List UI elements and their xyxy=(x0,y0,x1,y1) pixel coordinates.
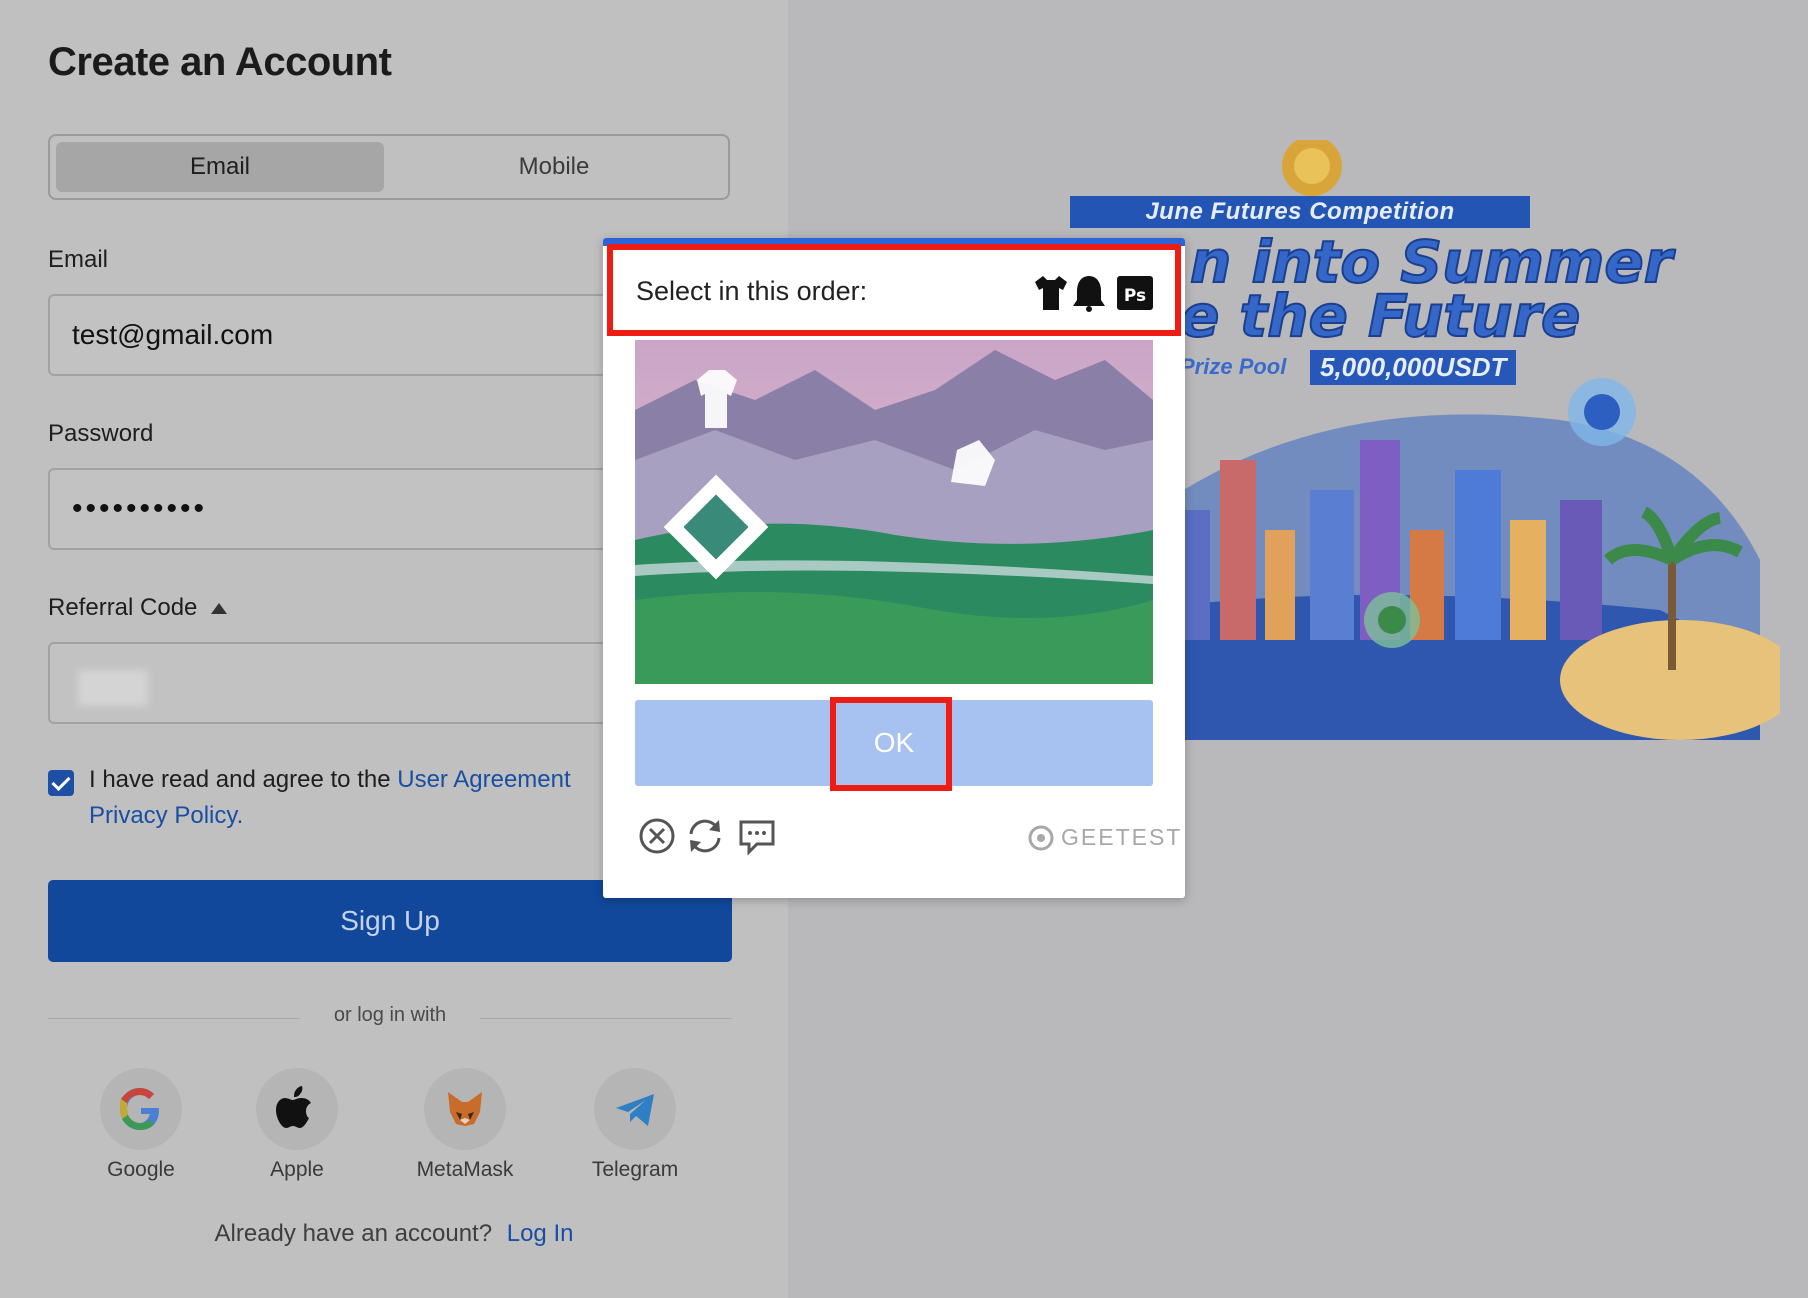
password-label: Password xyxy=(48,420,154,447)
redacted-referral-value xyxy=(78,670,148,706)
geetest-brand: GEETEST xyxy=(1061,824,1183,850)
close-icon[interactable] xyxy=(637,816,677,856)
agree-prefix: I have read and agree to the xyxy=(89,766,391,793)
referral-toggle[interactable]: Referral Code xyxy=(48,594,228,622)
privacy-policy-link[interactable]: Privacy Policy. xyxy=(89,802,243,830)
caret-up-icon xyxy=(211,603,228,615)
google-icon xyxy=(120,1088,159,1130)
banner-headline-2: e the Future xyxy=(1179,281,1581,351)
google-login-button[interactable] xyxy=(100,1068,182,1150)
tshirt-icon xyxy=(1035,276,1067,310)
or-login-label: or log in with xyxy=(333,1004,447,1026)
login-prompt: Already have an account? Log In xyxy=(0,1220,788,1248)
bell-icon xyxy=(1073,276,1105,312)
page-title: Create an Account xyxy=(48,40,392,84)
telegram-icon xyxy=(616,1094,654,1126)
prize-pool-label: Prize Pool xyxy=(1180,354,1287,379)
metamask-label: MetaMask xyxy=(416,1158,514,1181)
target-icons: Ps xyxy=(1035,276,1153,312)
ok-highlight xyxy=(830,697,952,791)
photoshop-icon: Ps xyxy=(1117,276,1153,310)
agree-checkbox[interactable] xyxy=(48,770,74,796)
apple-icon xyxy=(276,1086,311,1128)
captcha-dialog: Select in this order: Ps OK GEETEST xyxy=(603,238,1185,898)
metamask-icon xyxy=(448,1092,482,1126)
agree-text: I have read and agree to the User Agreem… xyxy=(89,766,571,794)
captcha-instruction: Select in this order: xyxy=(636,276,868,306)
feedback-icon[interactable] xyxy=(737,816,777,856)
telegram-label: Telegram xyxy=(591,1158,679,1181)
password-field[interactable]: •••••••••• xyxy=(48,468,688,550)
apple-login-button[interactable] xyxy=(256,1068,338,1150)
captcha-challenge-image[interactable] xyxy=(635,340,1153,684)
metamask-login-button[interactable] xyxy=(424,1068,506,1150)
user-agreement-link[interactable]: User Agreement xyxy=(397,766,570,793)
geetest-logo-icon xyxy=(1028,825,1054,851)
competition-title: June Futures Competition xyxy=(1070,196,1530,228)
refresh-icon[interactable] xyxy=(685,816,725,856)
signup-method-tabs: Email Mobile xyxy=(48,134,730,200)
tab-email[interactable]: Email xyxy=(56,142,384,192)
prize-amount: 5,000,000USDT xyxy=(1310,350,1517,385)
referral-label: Referral Code xyxy=(48,594,198,621)
referral-code-field[interactable] xyxy=(48,642,688,724)
svg-text:Ps: Ps xyxy=(1124,286,1146,306)
tab-mobile[interactable]: Mobile xyxy=(390,142,718,192)
login-prompt-text: Already have an account? xyxy=(214,1220,493,1247)
apple-label: Apple xyxy=(270,1158,324,1181)
login-link[interactable]: Log In xyxy=(507,1220,574,1247)
email-label: Email xyxy=(48,246,109,273)
email-field[interactable]: test@gmail.com xyxy=(48,294,688,376)
google-label: Google xyxy=(107,1158,175,1181)
divider-left xyxy=(48,1018,300,1019)
divider-right xyxy=(480,1018,732,1019)
telegram-login-button[interactable] xyxy=(594,1068,676,1150)
